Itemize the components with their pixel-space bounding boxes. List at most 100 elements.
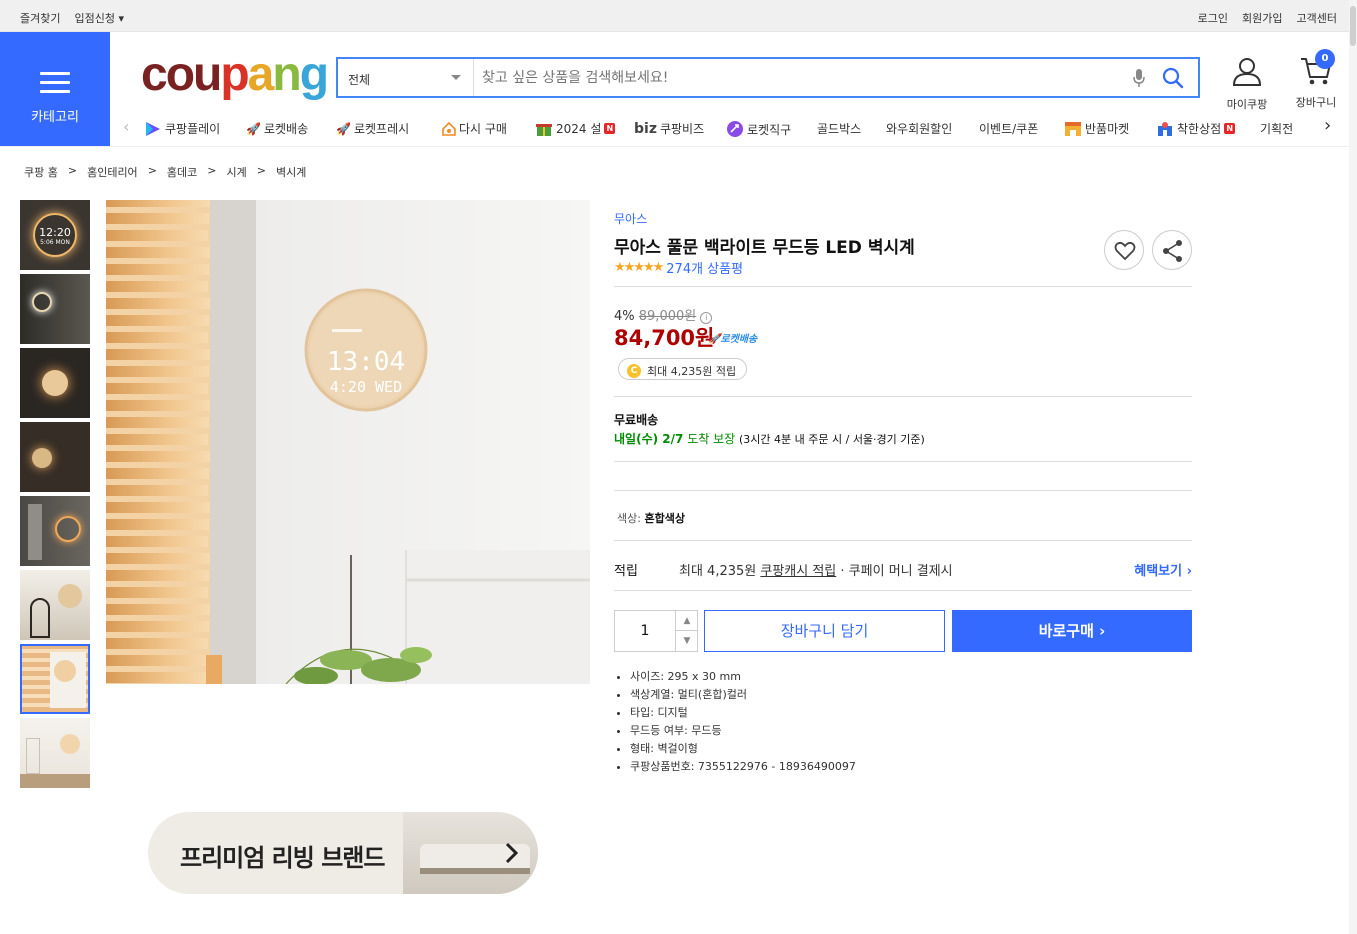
category-menu-button[interactable]: 카테고리 (0, 32, 110, 146)
nav-item-goldbox[interactable]: 골드박스 (817, 120, 861, 137)
thumbnail-7-selected[interactable] (20, 644, 90, 714)
breadcrumb-home-deco[interactable]: 홈데코 (167, 164, 197, 180)
microphone-icon[interactable] (1132, 68, 1146, 92)
accumulation-detail: 최대 4,235원 쿠팡캐시 적립 · 쿠페이 머니 결제시 (679, 564, 953, 579)
brand-link[interactable]: 무아스 (614, 210, 647, 227)
wishlist-button[interactable] (1104, 230, 1144, 270)
nav-item-good-store[interactable]: 착한상점 N (1156, 120, 1236, 137)
new-badge: N (604, 123, 616, 134)
blind-slat (106, 213, 209, 224)
share-button[interactable] (1152, 230, 1192, 270)
blind-slat (106, 604, 210, 615)
bookmark-link[interactable]: 즐겨찾기 (20, 10, 60, 26)
breadcrumb-wall-clock[interactable]: 벽시계 (276, 164, 306, 180)
color-option-label: 색상: (617, 512, 641, 525)
header-divider (0, 146, 1357, 147)
nav-item-events[interactable]: 이벤트/쿠폰 (979, 120, 1038, 137)
thumbnail-8[interactable] (20, 718, 90, 788)
buy-now-button[interactable]: 바로구매 › (952, 610, 1192, 652)
delivery-guarantee: 도착 보장 (687, 432, 736, 446)
accumulation-divider (614, 590, 1192, 591)
sale-price: 84,700원 (614, 326, 715, 350)
breadcrumb-clock[interactable]: 시계 (227, 164, 247, 180)
my-coupang-button[interactable]: 마이쿠팡 (1222, 55, 1272, 112)
quantity-input[interactable]: 1 (615, 623, 675, 639)
search-input[interactable] (482, 65, 1122, 90)
blind-slat (106, 621, 209, 632)
blind-slat (106, 332, 208, 343)
premium-living-banner[interactable]: 프리미엄 리빙 브랜드 (148, 812, 538, 894)
search-category-select[interactable]: 전체 (338, 59, 474, 96)
benefits-link[interactable]: 혜택보기 › (1134, 560, 1192, 579)
nav-item-rocket-fresh[interactable]: 🚀 로켓프레시 (336, 120, 409, 137)
nav-item-coupang-biz[interactable]: biz 쿠팡비즈 (634, 120, 704, 137)
blind-slat (106, 570, 209, 581)
thumbnail-3[interactable] (20, 348, 90, 418)
new-badge: N (1224, 123, 1236, 134)
blind-slat (106, 434, 208, 445)
quantity-increase-icon[interactable]: ▲ (675, 611, 698, 631)
blind-slat (106, 247, 210, 258)
breadcrumb-separator: > (147, 164, 157, 177)
breadcrumb-separator: > (67, 164, 78, 177)
review-count-link[interactable]: 274개 상품평 (666, 258, 743, 277)
seller-signup-link[interactable]: 입점신청 ▾ (74, 10, 124, 26)
breadcrumb-home[interactable]: 쿠팡 홈 (24, 164, 58, 180)
cash-reward-badge: C 최대 4,235원 적립 (618, 358, 748, 380)
nav-item-rocket-overseas[interactable]: 로켓직구 (726, 120, 791, 138)
nav-item-seol-2024[interactable]: 2024 설 N (535, 120, 616, 137)
rating-row[interactable]: ★★★★★ 274개 상품평 (614, 258, 743, 277)
blind-slat (106, 468, 209, 479)
login-link[interactable]: 로그인 (1198, 10, 1228, 26)
nav-item-rocket-delivery[interactable]: 🚀 로켓배송 (246, 120, 308, 137)
coupang-cash-link[interactable]: 쿠팡캐시 적립 (760, 564, 836, 579)
blind-slat (106, 553, 210, 564)
breadcrumb-home-interior[interactable]: 홈인테리어 (87, 164, 138, 180)
color-option: 색상: 혼합색상 (617, 510, 685, 526)
nav-item-rebuy[interactable]: 다시 구매 (442, 120, 507, 137)
biz-logo: biz (634, 120, 657, 137)
add-to-cart-button[interactable]: 장바구니 담기 (704, 610, 945, 652)
quantity-decrease-icon[interactable]: ▼ (675, 631, 698, 651)
rocket-global-icon (727, 121, 743, 137)
main-image-illustration: 13:04 4:20 WED (106, 200, 590, 684)
search-icon[interactable] (1162, 67, 1184, 93)
page-scrollbar[interactable] (1349, 0, 1357, 934)
thumbnail-5[interactable] (20, 496, 90, 566)
nav-item-return-market[interactable]: 반품마켓 (1064, 120, 1129, 137)
cart-button[interactable]: 0 장바구니 (1290, 49, 1342, 110)
signup-link[interactable]: 회원가입 (1242, 10, 1282, 26)
blind-slat (106, 298, 210, 309)
user-icon (1232, 58, 1262, 86)
coupang-logo[interactable]: coupang (141, 50, 329, 100)
shipping-divider (614, 461, 1192, 462)
house-icon (442, 121, 456, 136)
nav-item-wow-discount[interactable]: 와우회원할인 (886, 120, 952, 137)
main-product-image: 13:04 4:20 WED (106, 200, 590, 684)
nav-item-special-exhibition[interactable]: 기획전 (1260, 120, 1293, 137)
blind-slat (106, 200, 210, 207)
blind-slat (106, 536, 208, 547)
spec-list: 사이즈: 295 x 30 mm 색상계열: 멀티(혼합)컬러 타입: 디지털 … (630, 669, 856, 777)
nav-item-coupang-play[interactable]: 쿠팡플레이 (144, 120, 220, 137)
accumulation-label: 적립 (614, 564, 638, 579)
nav-prev-icon[interactable]: ‹ (123, 117, 129, 136)
nav-next-icon[interactable]: › (1324, 115, 1331, 136)
product-title: 무아스 풀문 백라이트 무드등 LED 벽시계 (614, 238, 915, 258)
blind-slat (106, 502, 210, 513)
hamburger-icon (40, 72, 70, 99)
customer-center-link[interactable]: 고객센터 (1297, 10, 1337, 26)
option-top-divider (614, 490, 1192, 491)
heart-icon (1114, 241, 1136, 261)
thumbnail-2[interactable] (20, 274, 90, 344)
service-nav: ‹ 쿠팡플레이 🚀 로켓배송 🚀 로켓프레시 다시 구매 2024 설 N bi… (120, 115, 1350, 140)
rocket-icon: 🚀 (246, 121, 261, 136)
thumbnail-6[interactable] (20, 570, 90, 640)
price-divider (614, 396, 1192, 397)
thumbnail-1[interactable]: 12:20 5:06 MON (20, 200, 90, 270)
blind-slat (106, 451, 210, 462)
delivery-note: (3시간 4분 내 주문 시 / 서울·경기 기준) (739, 433, 925, 446)
blind-slat (106, 315, 209, 326)
thumbnail-4[interactable] (20, 422, 90, 492)
title-divider (614, 286, 1192, 287)
